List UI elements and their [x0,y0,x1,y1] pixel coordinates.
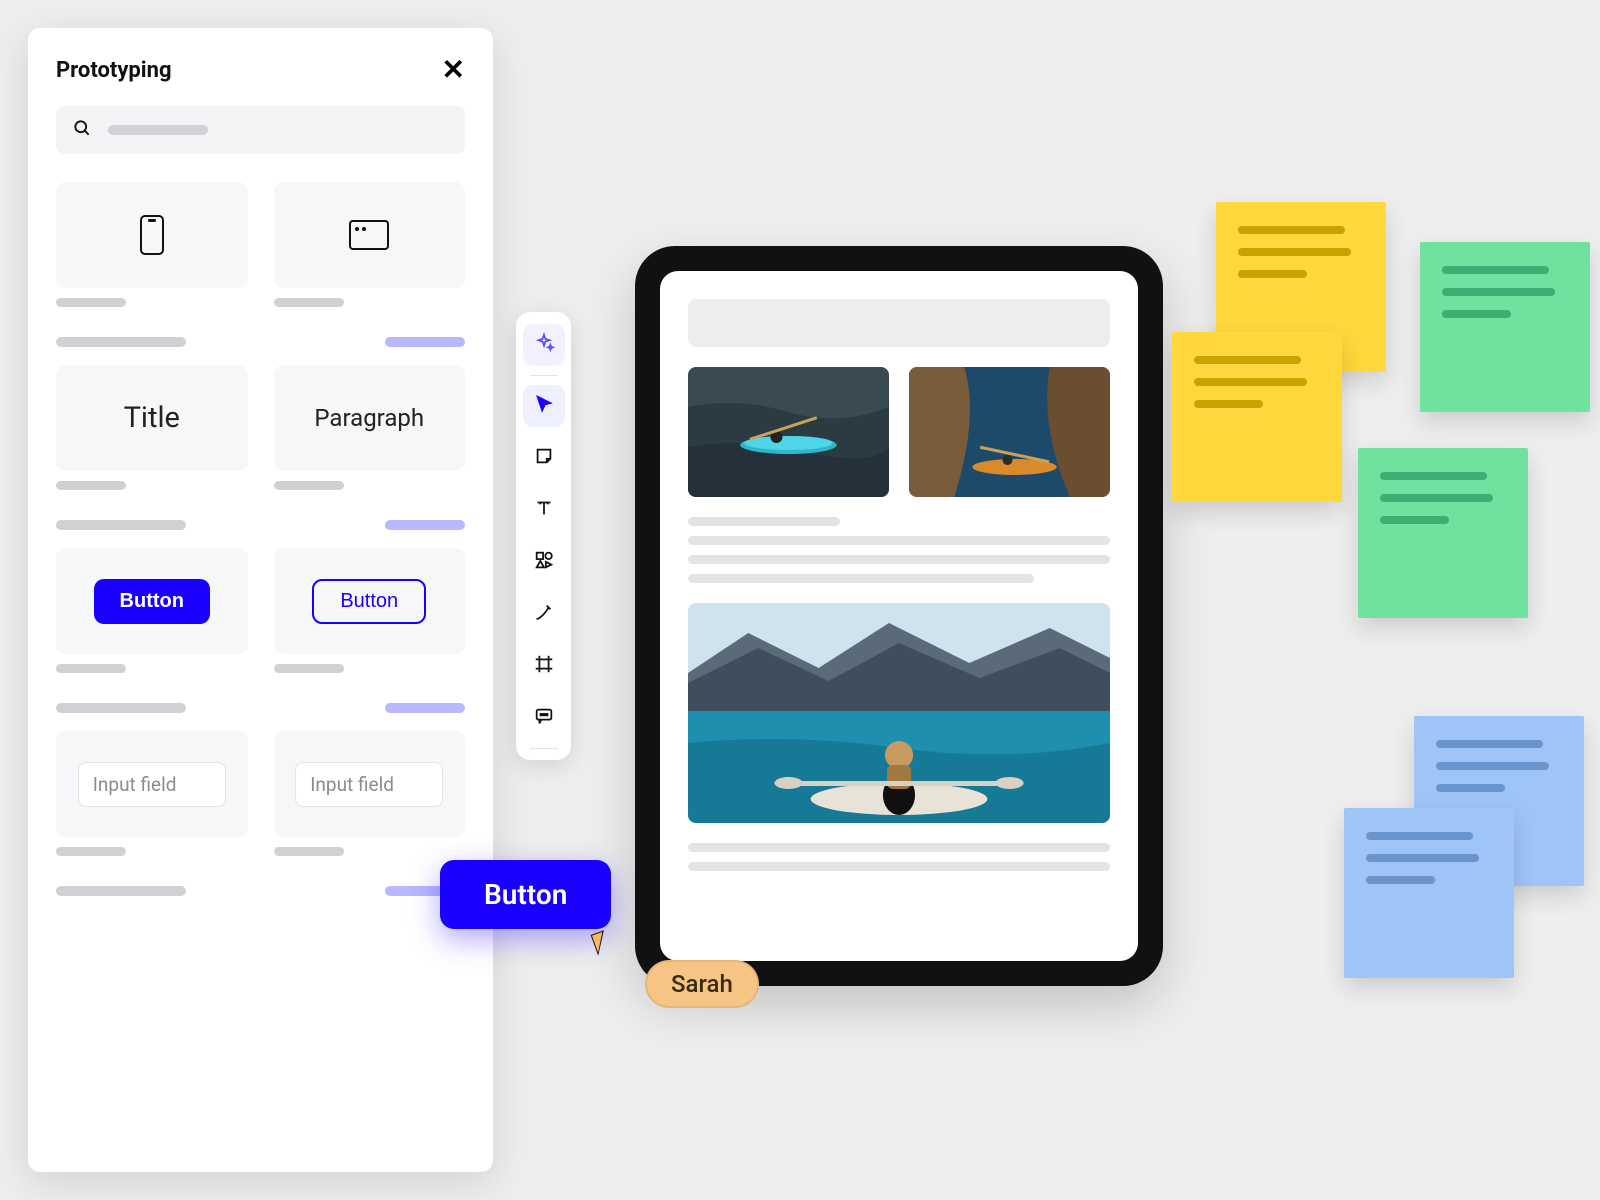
card-text: Paragraph [314,404,424,432]
tool-shapes[interactable] [523,541,565,583]
card-label [56,298,126,307]
hero-placeholder [688,299,1110,347]
sticky-line [1442,266,1549,274]
pen-icon [533,601,555,627]
sticky-note[interactable] [1344,808,1514,978]
component-card-phone[interactable] [56,182,248,288]
panel-title: Prototyping [56,58,172,83]
sparkle-icon [533,332,555,358]
component-card-title[interactable]: Title [56,365,248,471]
tablet-screen [660,271,1138,961]
search-icon [72,118,92,142]
text-placeholder [688,536,1110,545]
shapes-icon [533,549,555,575]
sticky-line [1366,876,1435,884]
sticky-note[interactable] [1172,332,1342,502]
toolbar [516,312,571,760]
frame-icon [533,653,555,679]
tablet-mockup [635,246,1163,986]
comment-icon [533,705,555,731]
sticky-line [1442,288,1555,296]
sticky-line [1194,400,1263,408]
input-field[interactable]: Input field [78,762,226,807]
text-placeholder [688,517,840,526]
card-label [274,664,344,673]
sticky-note[interactable] [1358,448,1528,618]
toolbar-separator [530,748,558,749]
sticky-line [1442,310,1511,318]
mock-image-kayak-2 [909,367,1110,497]
close-button[interactable]: ✕ [442,56,465,84]
dragged-button[interactable]: Button [440,860,611,929]
toolbar-separator [530,375,558,376]
card-label [56,847,126,856]
text-placeholder [688,555,1110,564]
card-label [56,481,126,490]
search-input[interactable] [56,106,465,154]
sticky-line [1366,854,1479,862]
component-card-input-b[interactable]: Input field [274,731,466,837]
sticky-line [1436,762,1549,770]
collaborator-cursor-icon [591,930,612,955]
section-heading [56,520,186,530]
card-label [274,481,344,490]
sticky-line [1380,494,1493,502]
card-text: Title [124,401,180,435]
section-link[interactable] [385,520,465,530]
sticky-line [1366,832,1473,840]
component-card-paragraph[interactable]: Paragraph [274,365,466,471]
tool-sticky[interactable] [523,437,565,479]
sticky-line [1380,472,1487,480]
mock-image-kayak-1 [688,367,889,497]
sticky-note[interactable] [1420,242,1590,412]
tool-pen[interactable] [523,593,565,635]
section-heading [56,703,186,713]
sticky-line [1436,740,1543,748]
section-link[interactable] [385,337,465,347]
sticky-line [1436,784,1505,792]
sticky-line [1194,378,1307,386]
component-card-window[interactable] [274,182,466,288]
section-link[interactable] [385,703,465,713]
window-icon [349,220,389,250]
sticky-note-icon [533,445,555,471]
card-label [56,664,126,673]
cursor-icon [533,393,555,419]
text-placeholder [688,843,1110,852]
text-icon [533,497,555,523]
sticky-line [1194,356,1301,364]
sticky-line [1238,226,1345,234]
section-heading [56,886,186,896]
component-card-input-a[interactable]: Input field [56,731,248,837]
sticky-line [1380,516,1449,524]
sticky-line [1238,270,1307,278]
component-card-button-outline[interactable]: Button [274,548,466,654]
search-placeholder [108,125,208,135]
tool-sparkle[interactable] [523,324,565,366]
tool-frame[interactable] [523,645,565,687]
input-field[interactable]: Input field [295,762,443,807]
outline-button[interactable]: Button [312,579,426,624]
card-label [274,847,344,856]
card-label [274,298,344,307]
tool-cursor[interactable] [523,385,565,427]
text-placeholder [688,862,1110,871]
phone-icon [140,215,164,255]
component-card-button-primary[interactable]: Button [56,548,248,654]
collaborator-tag: Sarah [645,960,759,1008]
mock-image-kayak-large [688,603,1110,823]
tool-text[interactable] [523,489,565,531]
prototyping-panel: Prototyping ✕ Title [28,28,493,1172]
text-placeholder [688,574,1034,583]
primary-button[interactable]: Button [94,579,210,624]
section-heading [56,337,186,347]
tool-comment[interactable] [523,697,565,739]
sticky-line [1238,248,1351,256]
